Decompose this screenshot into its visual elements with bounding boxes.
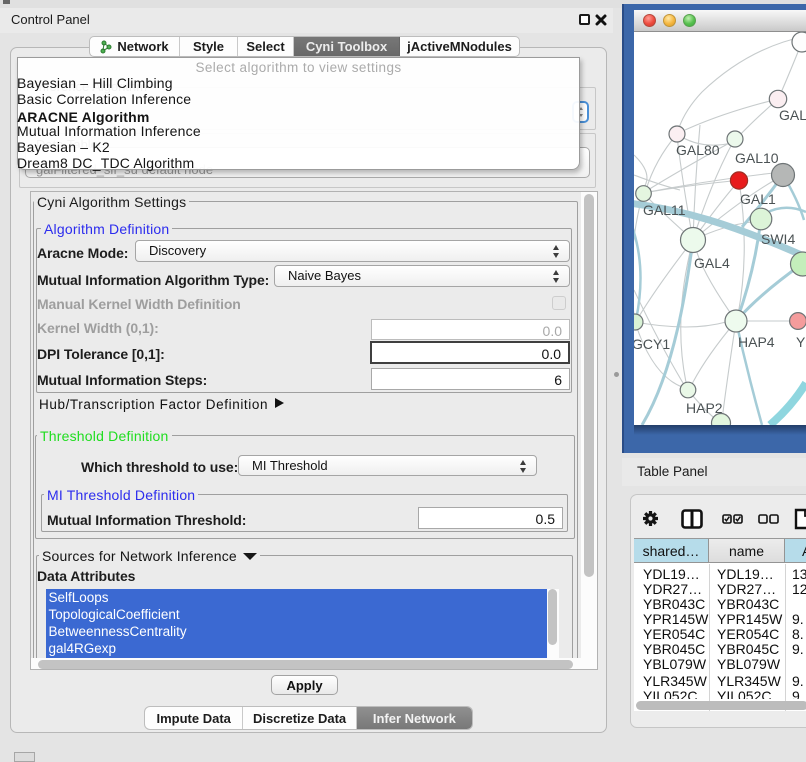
svg-text:GAL11: GAL11 xyxy=(643,202,686,218)
svg-text:HAP2: HAP2 xyxy=(686,400,723,416)
svg-text:GCY1: GCY1 xyxy=(634,336,670,352)
svg-text:SWI4: SWI4 xyxy=(761,231,795,247)
svg-text:HAP4: HAP4 xyxy=(738,334,775,350)
svg-text:GAL4: GAL4 xyxy=(694,255,730,271)
svg-text:GAL80: GAL80 xyxy=(676,142,720,158)
svg-text:GAL10: GAL10 xyxy=(735,150,779,166)
svg-text:Y: Y xyxy=(796,334,806,350)
svg-text:GAL: GAL xyxy=(779,107,806,123)
svg-text:GAL1: GAL1 xyxy=(740,191,776,207)
